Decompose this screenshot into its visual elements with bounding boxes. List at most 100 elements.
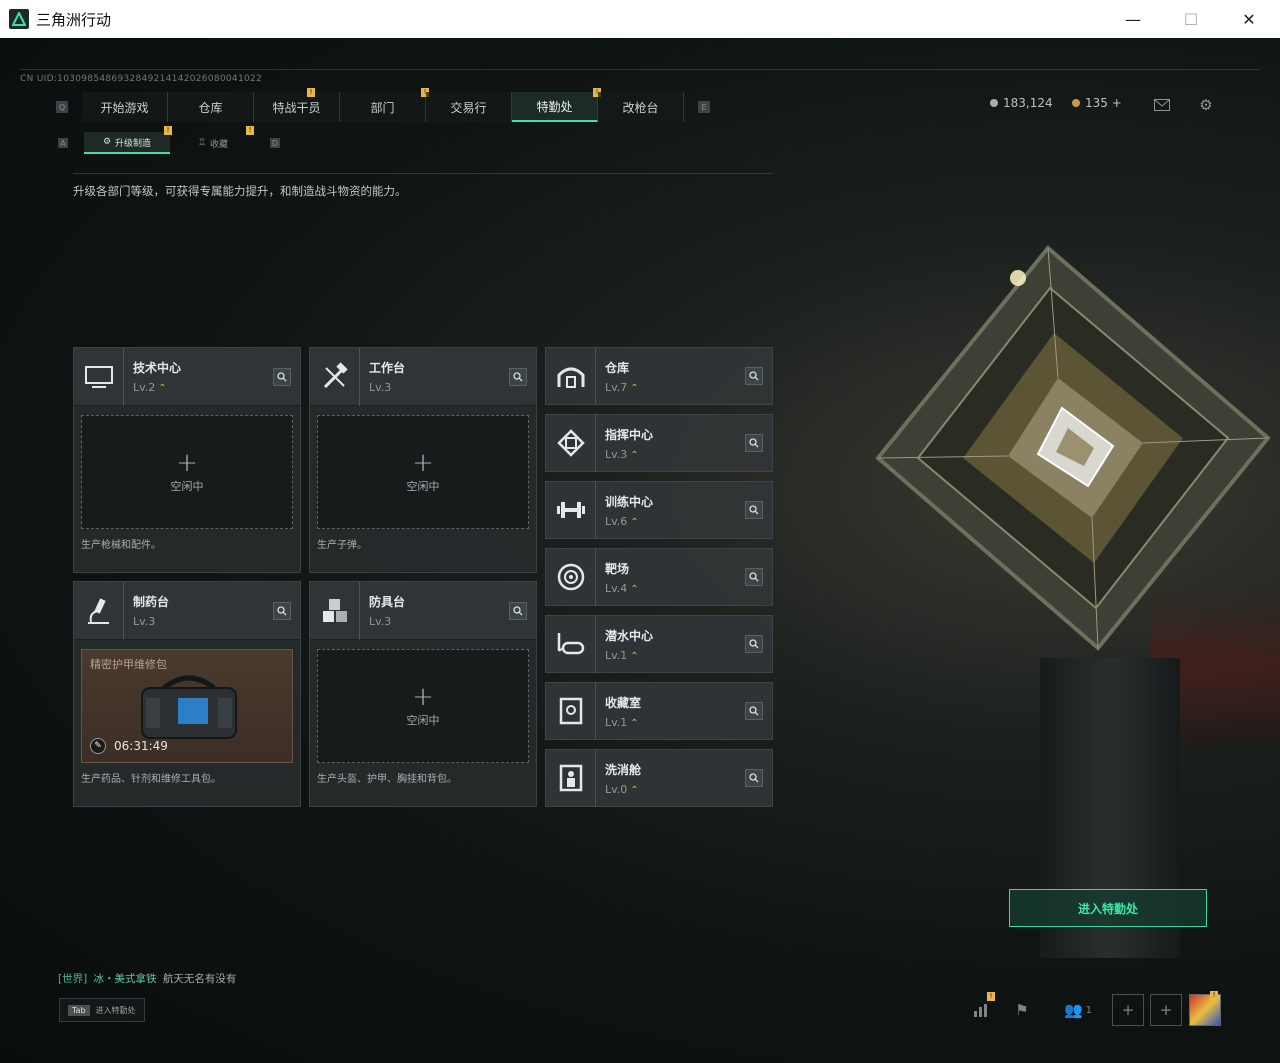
notification-badge: !	[1210, 991, 1218, 1000]
tab-hint[interactable]: Tab 进入特勤处	[59, 998, 145, 1022]
facility-command-center[interactable]: 指挥中心 Lv.3 ⌃	[545, 414, 773, 472]
timer-value: 06:31:49	[114, 739, 168, 753]
search-icon[interactable]	[509, 601, 527, 620]
notification-badge: !	[307, 88, 315, 97]
search-icon[interactable]	[745, 501, 763, 519]
target-icon	[546, 548, 596, 606]
tab-trading[interactable]: 交易行	[426, 92, 512, 122]
add-party-slot-button[interactable]: +	[1112, 994, 1144, 1026]
chat-user: 冰・美式拿铁	[93, 973, 157, 985]
facility-name: 收藏室	[605, 695, 642, 710]
mail-icon[interactable]	[1151, 94, 1173, 116]
search-icon[interactable]	[745, 568, 763, 586]
ticket-icon	[1072, 99, 1080, 107]
trophy-icon: ♖	[197, 138, 207, 148]
facility-name: 指挥中心	[605, 427, 654, 442]
chat-channel: [世界]	[58, 973, 88, 985]
craft-slot-workbench[interactable]: + 空闲中	[317, 415, 529, 529]
facility-level: Lv.1	[605, 715, 628, 729]
friends-button[interactable]: 👥 1	[1058, 994, 1098, 1026]
hammer-wrench-icon	[310, 347, 360, 406]
tab-key: Tab	[68, 1004, 90, 1016]
card-level: Lv.2	[133, 381, 156, 394]
card-description: 生产头盔、护甲、胸挂和背包。	[317, 774, 457, 785]
facility-shooting-range[interactable]: 靶场 Lv.4 ⌃	[545, 548, 773, 606]
facility-diving-center[interactable]: 潜水中心 Lv.1 ⌃	[545, 615, 773, 673]
tab-operators[interactable]: 特战干员!	[254, 88, 340, 122]
friends-icon: 👥	[1063, 1001, 1083, 1019]
facility-decontamination[interactable]: 洗消舱 Lv.0 ⌃	[545, 749, 773, 807]
upgrade-arrow-icon: ⌃	[630, 382, 639, 394]
minimize-button[interactable]: —	[1110, 0, 1156, 38]
upgrade-arrow-icon: ⌃	[630, 449, 639, 461]
repair-kit-bag-icon	[141, 675, 237, 739]
tab-start-game[interactable]: 开始游戏	[82, 92, 168, 122]
notification-badge: !	[987, 992, 995, 1001]
facility-name: 潜水中心	[605, 628, 654, 643]
facility-collection-room[interactable]: 收藏室 Lv.1 ⌃	[545, 682, 773, 740]
card-level: Lv.3	[133, 615, 156, 628]
tab-collection[interactable]: ♖ 收藏 !	[170, 126, 256, 154]
wrench-icon: ⚙	[102, 137, 112, 147]
enter-special-ops-button[interactable]: 进入特勤处	[1009, 889, 1207, 927]
search-icon[interactable]	[745, 769, 763, 787]
app-logo-icon	[9, 9, 29, 29]
facility-warehouse[interactable]: 仓库 Lv.7 ⌃	[545, 347, 773, 405]
description-divider	[73, 173, 773, 174]
monitor-icon	[74, 347, 124, 406]
facility-level: Lv.1	[605, 648, 628, 662]
upgrade-arrow-icon: ⌃	[630, 784, 639, 796]
close-button[interactable]: ✕	[1226, 0, 1272, 38]
page-description: 升级各部门等级，可获得专属能力提升，和制造战斗物资的能力。	[73, 184, 407, 198]
game-viewport: CN UID:103098548693284921414202608004102…	[0, 38, 1280, 1063]
microscope-icon	[74, 581, 124, 640]
search-icon[interactable]	[273, 367, 291, 386]
friends-count: 1	[1085, 1004, 1093, 1016]
tab-upgrade-craft[interactable]: ⚙ 升级制造 !	[84, 126, 172, 154]
window-title: 三角洲行动	[36, 10, 112, 29]
card-description: 生产药品、针剂和维修工具包。	[81, 774, 221, 785]
search-icon[interactable]	[273, 601, 291, 620]
card-header: 防具台 Lv.3	[310, 581, 536, 640]
craft-timer: ✎ 06:31:49	[90, 738, 168, 754]
search-icon[interactable]	[745, 635, 763, 653]
craft-slot-tech-center[interactable]: + 空闲中	[81, 415, 293, 529]
search-icon[interactable]	[745, 434, 763, 452]
search-icon[interactable]	[509, 367, 527, 386]
warehouse-arch-icon	[546, 347, 596, 405]
stats-chart-icon[interactable]: !	[965, 992, 997, 1026]
tab-department[interactable]: 部门!	[340, 88, 429, 122]
window-titlebar: 三角洲行动 — ☐ ✕	[0, 0, 1280, 38]
upgrade-arrow-icon: ⌃	[630, 516, 639, 528]
tab-special-ops[interactable]: 特勤处!	[512, 88, 601, 122]
upgrade-arrow-icon: ⌃	[630, 717, 639, 729]
search-icon[interactable]	[745, 702, 763, 720]
armor-cubes-icon	[310, 581, 360, 640]
craft-slot-armor-bench[interactable]: + 空闲中	[317, 649, 529, 763]
subnav-key-left: A	[58, 138, 68, 148]
facility-name: 仓库	[605, 360, 630, 375]
search-icon[interactable]	[745, 367, 763, 385]
tab-gunsmith[interactable]: 改枪台	[598, 92, 684, 122]
add-party-slot-button[interactable]: +	[1150, 994, 1182, 1026]
vault-icon	[546, 682, 596, 740]
chat-message[interactable]: [世界] 冰・美式拿铁 航天无名有没有	[58, 971, 236, 986]
facility-level: Lv.3	[605, 447, 628, 461]
player-uid: CN UID:103098548693284921414202608004102…	[20, 74, 263, 84]
plus-icon: +	[176, 448, 198, 478]
coin-balance: 183,124	[990, 96, 1053, 110]
tab-warehouse[interactable]: 仓库	[168, 92, 254, 122]
top-divider	[20, 69, 1260, 70]
card-description: 生产子弹。	[317, 540, 367, 551]
main-nav: Q 开始游戏 仓库 特战干员! 部门! 交易行 特勤处! 改枪台 E	[56, 88, 710, 122]
maximize-button[interactable]: ☐	[1168, 0, 1214, 38]
facility-level: Lv.6	[605, 514, 628, 528]
player-avatar[interactable]: !	[1189, 991, 1221, 1026]
flag-icon[interactable]: ⚑	[1006, 994, 1038, 1026]
chat-text: 航天无名有没有	[162, 973, 237, 985]
facility-training-center[interactable]: 训练中心 Lv.6 ⌃	[545, 481, 773, 539]
settings-gear-icon[interactable]: ⚙	[1195, 94, 1217, 116]
facility-level: Lv.7	[605, 380, 628, 394]
ticket-balance[interactable]: 135 +	[1072, 96, 1122, 110]
craft-slot-pharmacy-active[interactable]: 精密护甲维修包 ✎ 06:31:49	[81, 649, 293, 763]
